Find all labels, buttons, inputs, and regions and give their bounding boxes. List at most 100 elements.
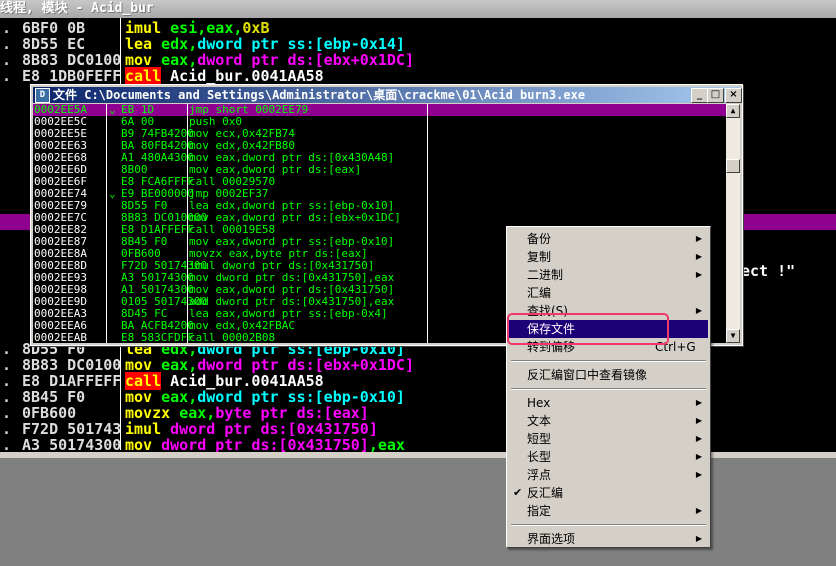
menu-separator bbox=[511, 388, 706, 390]
submenu-arrow-icon: ▶ bbox=[695, 534, 702, 543]
menu-item-label: 转到偏移 bbox=[527, 340, 576, 354]
shortcut-label: Ctrl+G bbox=[655, 340, 696, 354]
menu-item[interactable]: 长型 ▶ bbox=[509, 448, 708, 466]
menu-item-label: 查找(S) bbox=[527, 304, 568, 318]
menu-item[interactable]: 二进制 ▶ bbox=[509, 266, 708, 284]
row-marker: . bbox=[2, 35, 12, 53]
instruction-part: call bbox=[125, 67, 162, 85]
instruction: lea edx,dword ptr ss:[ebp-0x14] bbox=[125, 36, 405, 52]
column-divider bbox=[187, 104, 188, 343]
menu-item[interactable]: 保存文件 bbox=[509, 320, 708, 338]
row-marker: . bbox=[2, 19, 12, 37]
scroll-thumb[interactable] bbox=[726, 159, 740, 173]
row-marker: . bbox=[2, 67, 12, 85]
menu-item[interactable]: 转到偏移 Ctrl+G bbox=[509, 338, 708, 356]
menu-item-label: 反汇编 bbox=[527, 486, 564, 500]
submenu-arrow-icon: ▶ bbox=[695, 416, 702, 425]
menu-item[interactable]: 指定 ▶ bbox=[509, 502, 708, 520]
column-divider bbox=[106, 104, 107, 343]
row-marker: . bbox=[2, 436, 12, 454]
instruction-part: Acid_bur.0041AA58 bbox=[161, 67, 324, 85]
row-marker: . bbox=[2, 340, 12, 358]
menu-item[interactable]: 汇编 bbox=[509, 284, 708, 302]
menu-item-label: 保存文件 bbox=[527, 322, 576, 336]
instruction: imul esi,eax,0xB bbox=[125, 20, 270, 36]
menu-item-label: 汇编 bbox=[527, 286, 552, 300]
instruction: mov eax,dword ptr ds:[ebx+0x1DC] bbox=[125, 357, 414, 373]
maximize-button[interactable]: □ bbox=[707, 88, 724, 103]
hex-bytes: A3 50174300 bbox=[22, 437, 120, 453]
menu-item-label: 备份 bbox=[527, 232, 552, 246]
context-menu: 备份 ▶ 复制 ▶ 二进制 ▶ 汇编查找(S) ▶ 保存文件转到偏移 Ctrl+G 反汇编窗口中查看… bbox=[506, 226, 711, 548]
menu-item[interactable]: 复制 ▶ bbox=[509, 248, 708, 266]
menu-item-label: 界面选项 bbox=[527, 532, 576, 546]
menu-item-label: 浮点 bbox=[527, 468, 552, 482]
menu-separator bbox=[511, 524, 706, 526]
vertical-scrollbar[interactable]: ▲ ▼ bbox=[726, 104, 740, 343]
menu-item[interactable]: 备份 ▶ bbox=[509, 230, 708, 248]
close-button[interactable]: × bbox=[725, 88, 742, 103]
submenu-arrow-icon: ▶ bbox=[695, 434, 702, 443]
minimize-button[interactable]: _ bbox=[691, 88, 708, 103]
hex-bytes: E8 583CFDFF bbox=[121, 331, 194, 344]
jump-arrow-icon: ⌄ bbox=[109, 187, 116, 200]
row-marker: . bbox=[2, 404, 12, 422]
hex-bytes: 8D55 EC bbox=[22, 36, 86, 52]
instruction: movzx eax,byte ptr ds:[eax] bbox=[125, 405, 369, 421]
address: 0002EEAB bbox=[34, 331, 87, 344]
hex-bytes: 8B45 F0 bbox=[22, 389, 86, 405]
submenu-arrow-icon: ▶ bbox=[695, 470, 702, 479]
submenu-arrow-icon: ▶ bbox=[695, 398, 702, 407]
comment-fragment: ect !" bbox=[741, 262, 796, 280]
submenu-arrow-icon: ▶ bbox=[695, 452, 702, 461]
scroll-down-icon[interactable]: ▼ bbox=[726, 329, 740, 343]
instruction: call Acid_bur.0041AA58 bbox=[125, 372, 324, 390]
instruction: call Acid_bur.0041AA58 bbox=[125, 67, 324, 85]
menu-item[interactable]: 反汇编 ✔ bbox=[509, 484, 708, 502]
instruction: mov dword ptr ds:[0x431750],eax bbox=[125, 437, 405, 453]
menu-item-label: 指定 bbox=[527, 504, 552, 518]
menu-item-label: Hex bbox=[527, 396, 551, 410]
menu-separator bbox=[511, 360, 706, 362]
check-icon: ✔ bbox=[513, 486, 523, 499]
menu-item[interactable]: 查找(S) ▶ bbox=[509, 302, 708, 320]
menu-item[interactable]: 浮点 ▶ bbox=[509, 466, 708, 484]
instruction: mov eax,dword ptr ds:[ebx+0x1DC] bbox=[125, 52, 414, 68]
hex-bytes: F72D 50174300 bbox=[22, 421, 120, 437]
menu-item-label: 短型 bbox=[527, 432, 552, 446]
menu-item-label: 长型 bbox=[527, 450, 552, 464]
submenu-arrow-icon: ▶ bbox=[695, 252, 702, 261]
row-marker: . bbox=[2, 388, 12, 406]
hex-bytes: 8B83 DC010000 bbox=[22, 357, 120, 373]
app-icon: D bbox=[35, 88, 50, 103]
submenu-arrow-icon: ▶ bbox=[695, 306, 702, 315]
menu-item-label: 二进制 bbox=[527, 268, 564, 282]
instruction: call 00002B08 bbox=[189, 331, 276, 344]
menu-item[interactable]: 反汇编窗口中查看镜像 bbox=[509, 366, 708, 384]
column-divider bbox=[427, 104, 428, 343]
menu-item[interactable]: 文本 ▶ bbox=[509, 412, 708, 430]
submenu-arrow-icon: ▶ bbox=[695, 506, 702, 515]
hex-bytes: E8 1DB0FEFF bbox=[22, 68, 120, 84]
menu-item-label: 复制 bbox=[527, 250, 552, 264]
hex-bytes: 0FB600 bbox=[22, 405, 77, 421]
scroll-up-icon[interactable]: ▲ bbox=[726, 104, 740, 118]
menu-item-label: 文本 bbox=[527, 414, 552, 428]
submenu-arrow-icon: ▶ bbox=[695, 234, 702, 243]
menu-item[interactable]: Hex ▶ bbox=[509, 394, 708, 412]
hex-bytes: 8B83 DC010000 bbox=[22, 52, 120, 68]
row-marker: . bbox=[2, 420, 12, 438]
hex-bytes: E8 D1AFFEFF bbox=[22, 373, 120, 389]
menu-item[interactable]: 界面选项 ▶ bbox=[509, 530, 708, 548]
main-window-title: 线程, 模块 - Acid_bur bbox=[0, 0, 836, 18]
instruction: mov eax,dword ptr ss:[ebp-0x10] bbox=[125, 389, 405, 405]
instruction: imul dword ptr ds:[0x431750] bbox=[125, 421, 378, 437]
menu-item-label: 反汇编窗口中查看镜像 bbox=[527, 368, 648, 382]
submenu-arrow-icon: ▶ bbox=[695, 270, 702, 279]
menu-item[interactable]: 短型 ▶ bbox=[509, 430, 708, 448]
hex-bytes: 6BF0 0B bbox=[22, 20, 86, 36]
dialog-title: 文件 C:\Documents and Settings\Administrat… bbox=[53, 88, 586, 102]
row-marker: . bbox=[2, 51, 12, 69]
dialog-titlebar[interactable]: D 文件 C:\Documents and Settings\Administra… bbox=[33, 87, 740, 103]
row-marker: . bbox=[2, 372, 12, 390]
